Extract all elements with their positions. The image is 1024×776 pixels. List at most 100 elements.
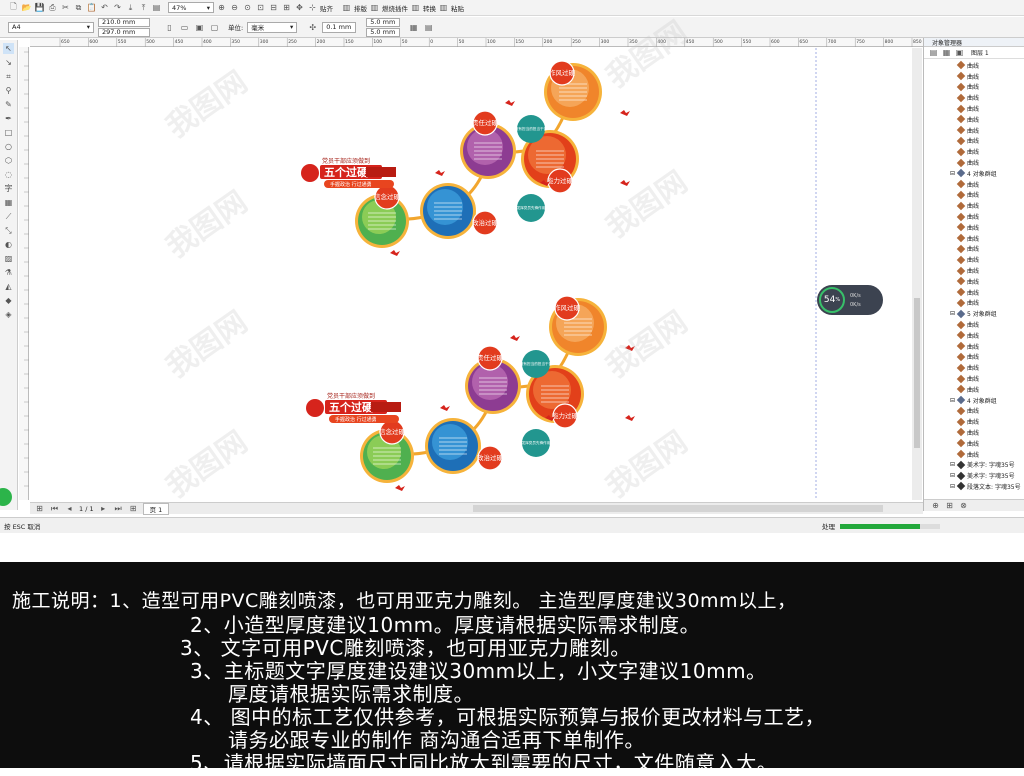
last-page-icon[interactable]: ⏭ xyxy=(113,503,124,514)
layout-icon[interactable]: ▥ xyxy=(341,2,352,13)
tree-item[interactable]: ⊟ 段落文本: 字魂35号 xyxy=(928,481,1024,492)
smart-fill-icon[interactable]: ◈ xyxy=(3,309,14,320)
tree-item[interactable]: 曲线 xyxy=(928,211,1024,222)
dup-x-field[interactable]: 5.0 mm xyxy=(366,17,401,27)
tree-item[interactable]: 曲线 xyxy=(928,298,1024,309)
tree-item[interactable]: 曲线 xyxy=(928,416,1024,427)
tree-item[interactable]: 曲线 xyxy=(928,136,1024,147)
unit-select[interactable]: 毫米 ▾ xyxy=(247,21,298,33)
grid-icon[interactable]: ▦ xyxy=(408,22,419,33)
snap-label[interactable]: 贴齐 xyxy=(320,3,333,13)
tree-item[interactable]: ⊟ 4 对象群组 xyxy=(928,395,1024,406)
tree-item[interactable]: 曲线 xyxy=(928,427,1024,438)
zoom-height-icon[interactable]: ⊞ xyxy=(281,2,292,13)
page-width-field[interactable]: 210.0 mm xyxy=(98,17,150,27)
vertical-scrollbar[interactable] xyxy=(912,48,922,500)
portrait-icon[interactable]: ▯ xyxy=(164,22,175,33)
import-icon[interactable]: ⤓ xyxy=(125,2,136,13)
page-size-select[interactable]: A4 ▾ xyxy=(8,21,94,33)
tree-item[interactable]: 曲线 xyxy=(928,103,1024,114)
first-page-icon[interactable]: ⏮ xyxy=(49,503,60,514)
convert-icon[interactable]: ▥ xyxy=(410,2,421,13)
cut-icon[interactable]: ✂ xyxy=(60,2,71,13)
tree-item[interactable]: 曲线 xyxy=(928,179,1024,190)
effects-tool-icon[interactable]: ◐ xyxy=(3,239,14,250)
tree-item[interactable]: 曲线 xyxy=(928,254,1024,265)
snap-icon[interactable]: ⊹ xyxy=(307,2,318,13)
add-page-icon[interactable]: ⊞ xyxy=(34,503,45,514)
tree-item[interactable]: 曲线 xyxy=(928,276,1024,287)
polygon-tool-icon[interactable]: ⬡ xyxy=(3,155,14,166)
tree-item[interactable]: 曲线 xyxy=(928,190,1024,201)
basic-shapes-icon[interactable]: ◌ xyxy=(3,169,14,180)
print-icon[interactable]: ⎙ xyxy=(47,2,58,13)
tree-item[interactable]: 曲线 xyxy=(928,146,1024,157)
save-icon[interactable]: 💾 xyxy=(34,2,45,13)
undo-icon[interactable]: ↶ xyxy=(99,2,110,13)
paste-label[interactable]: 粘贴 xyxy=(451,3,464,13)
tree-item[interactable]: 曲线 xyxy=(928,71,1024,82)
tree-item[interactable]: ⊟ 5 对象群组 xyxy=(928,308,1024,319)
delete-icon[interactable]: ⊗ xyxy=(958,500,969,511)
tree-item[interactable]: 曲线 xyxy=(928,200,1024,211)
dup-y-field[interactable]: 5.0 mm xyxy=(366,27,401,37)
expand-icon[interactable]: ⊟ xyxy=(950,472,955,479)
horizontal-scrollbar[interactable] xyxy=(473,505,884,512)
dimension-tool-icon[interactable]: ⟋ xyxy=(3,211,14,222)
guides-icon[interactable]: ▤ xyxy=(423,22,434,33)
new-master-layer-icon[interactable]: ⊞ xyxy=(944,500,955,511)
new-icon[interactable]: 🗋 xyxy=(8,2,19,13)
design-group[interactable]: 作风过硬责任过硬能力过硬信念过硬政治过硬 做有担当的担当干部发挥党员先锋作用 党员干… xyxy=(306,295,635,491)
edit-across-layers-icon[interactable]: ▦ xyxy=(941,47,952,58)
all-pages-icon[interactable]: ▣ xyxy=(194,22,205,33)
export-icon[interactable]: ⤒ xyxy=(138,2,149,13)
rectangle-tool-icon[interactable]: □ xyxy=(3,127,14,138)
tree-item[interactable]: 曲线 xyxy=(928,157,1024,168)
page-height-field[interactable]: 297.0 mm xyxy=(98,27,150,37)
ellipse-tool-icon[interactable]: ○ xyxy=(3,141,14,152)
connector-tool-icon[interactable]: ⤡ xyxy=(3,225,14,236)
copy-icon[interactable]: ⧉ xyxy=(73,2,84,13)
eyedropper-icon[interactable]: ⚗ xyxy=(3,267,14,278)
design-group[interactable]: 作风过硬责任过硬能力过硬信念过硬政治过硬 做有担当的担当干部发挥党员先锋作用 党员干… xyxy=(301,60,630,256)
layer-name[interactable]: 图层 1 xyxy=(971,48,989,57)
page-tab[interactable]: 页 1 xyxy=(142,502,170,515)
tree-item[interactable]: 曲线 xyxy=(928,92,1024,103)
tree-item[interactable]: 曲线 xyxy=(928,341,1024,352)
layer-manager-icon[interactable]: ▣ xyxy=(954,47,965,58)
artistic-media-icon[interactable]: ✒ xyxy=(3,113,14,124)
tree-item[interactable]: 曲线 xyxy=(928,362,1024,373)
current-page-icon[interactable]: ▢ xyxy=(209,22,220,33)
tree-item[interactable]: 曲线 xyxy=(928,265,1024,276)
convert-label[interactable]: 转换 xyxy=(423,3,436,13)
zoom-tool-icon[interactable]: ⚲ xyxy=(3,85,14,96)
paste-special-icon[interactable]: ▥ xyxy=(438,2,449,13)
outline-pen-icon[interactable]: ◭ xyxy=(3,281,14,292)
show-properties-icon[interactable]: ▤ xyxy=(928,47,939,58)
tree-item[interactable]: 曲线 xyxy=(928,352,1024,363)
tree-item[interactable]: ⊟ 美术字: 字魂35号 xyxy=(928,459,1024,470)
tree-item[interactable]: 曲线 xyxy=(928,406,1024,417)
zoom-width-icon[interactable]: ⊟ xyxy=(268,2,279,13)
tree-item[interactable]: ⊟ 美术字: 字魂35号 xyxy=(928,470,1024,481)
paste-icon[interactable]: 📋 xyxy=(86,2,97,13)
tree-item[interactable]: 曲线 xyxy=(928,373,1024,384)
zoom-out-icon[interactable]: ⊖ xyxy=(229,2,240,13)
tree-item[interactable]: 曲线 xyxy=(928,114,1024,125)
plugin-icon[interactable]: ▥ xyxy=(369,2,380,13)
tree-item[interactable]: 曲线 xyxy=(928,82,1024,93)
expand-icon[interactable]: ⊟ xyxy=(950,483,955,490)
drawing-canvas[interactable]: 作风过硬 责任过硬 能力过硬 信念过硬 政治过硬 做有担当的担当干部 发挥党员先锋作用 党员干… xyxy=(30,48,923,500)
zoom-page-icon[interactable]: ⊡ xyxy=(255,2,266,13)
tree-item[interactable]: 曲线 xyxy=(928,60,1024,71)
transparency-tool-icon[interactable]: ▨ xyxy=(3,253,14,264)
tree-item[interactable]: ⊟ 4 对象群组 xyxy=(928,168,1024,179)
next-page-icon[interactable]: ▸ xyxy=(98,503,109,514)
expand-icon[interactable]: ⊟ xyxy=(950,310,955,317)
add-page-end-icon[interactable]: ⊞ xyxy=(128,503,139,514)
perf-widget[interactable]: 54% 0K/s 0K/s xyxy=(817,285,883,315)
tree-item[interactable]: 曲线 xyxy=(928,125,1024,136)
new-layer-icon[interactable]: ⊕ xyxy=(930,500,941,511)
zoom-in-icon[interactable]: ⊕ xyxy=(216,2,227,13)
plugin-label[interactable]: 燃烧插件 xyxy=(382,3,408,13)
